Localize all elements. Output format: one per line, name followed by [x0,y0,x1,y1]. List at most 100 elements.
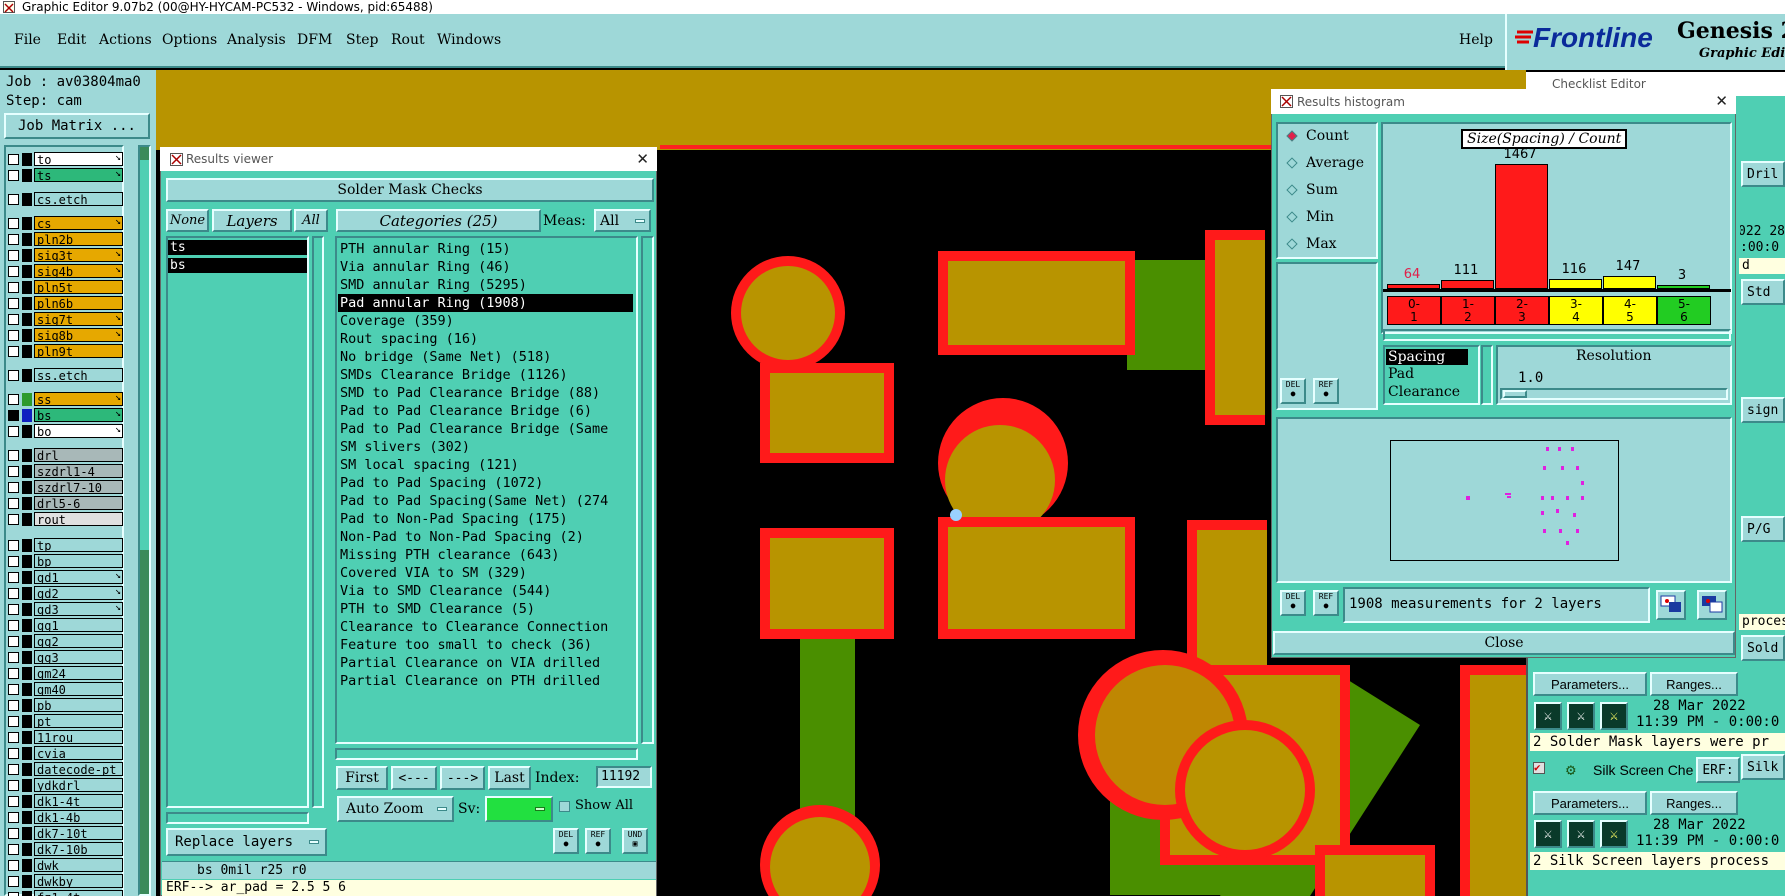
menu-windows[interactable]: Windows [437,32,501,48]
layer-row-drl5-6[interactable]: drl5-6 [8,495,123,511]
layer-affected-indicator[interactable] [22,264,32,278]
category-item[interactable]: Clearance to Clearance Connection [338,618,633,636]
layer-row-pln2b[interactable]: pln2b [8,231,123,247]
menu-analysis[interactable]: Analysis [227,32,286,48]
layer-name[interactable]: cs.etch [34,192,123,206]
del-icon[interactable]: DEL ● [1280,590,1306,616]
layer-row-dk1-4b[interactable]: dk1-4b [8,809,123,825]
layer-checkbox[interactable] [8,249,19,261]
layer-row-ts[interactable]: ts ↘ [8,167,123,183]
layer-affected-indicator[interactable] [22,248,32,262]
layer-affected-indicator[interactable] [22,328,32,342]
layer-checkbox[interactable] [8,635,19,647]
run-icon[interactable]: ⚔ [1534,820,1562,848]
layer-affected-indicator[interactable] [22,650,32,664]
layer-name[interactable]: rout [34,512,123,526]
layer-affected-indicator[interactable] [22,312,32,326]
layer-checkbox[interactable] [8,393,19,405]
layer-affected-indicator[interactable] [22,296,32,310]
layer-affected-indicator[interactable] [22,392,32,406]
layer-affected-indicator[interactable] [22,464,32,478]
layer-checkbox[interactable] [8,811,19,823]
layer-name[interactable]: pt [34,714,123,728]
layer-affected-indicator[interactable] [22,682,32,696]
category-item[interactable]: PTH annular Ring (15) [338,240,633,258]
category-item[interactable]: Partial Clearance on PTH drilled [338,672,633,690]
layer-name[interactable]: sig4b [34,264,123,278]
layer-name[interactable]: pln2b [34,232,123,246]
resolution-slider-thumb[interactable] [1503,390,1527,398]
layer-row-gd1[interactable]: gd1 ↘ [8,569,123,585]
category-item[interactable]: No bridge (Same Net) (518) [338,348,633,366]
ref-icon[interactable]: REF ● [585,828,611,854]
erf-button[interactable]: ERF: [1696,757,1740,783]
ref-icon[interactable]: REF ● [1313,590,1339,616]
layer-affected-indicator[interactable] [22,368,32,382]
layer-name[interactable]: gg3 [34,650,123,664]
layer-item-ts[interactable]: ts [168,240,307,255]
layer-checkbox[interactable] [8,843,19,855]
layer-name[interactable]: sig8b [34,328,123,342]
layer-affected-indicator[interactable] [22,602,32,616]
layer-row-to[interactable]: to ↘ [8,151,123,167]
category-item[interactable]: Pad to Pad Clearance Bridge (Same [338,420,633,438]
layer-affected-indicator[interactable] [22,512,32,526]
layer-row-sig7t[interactable]: sig7t ↘ [8,311,123,327]
mode-average[interactable]: Average [1286,155,1364,171]
layer-affected-indicator[interactable] [22,448,32,462]
layer-affected-indicator[interactable] [22,762,32,776]
histogram-bin-label[interactable]: 4- 5 [1603,296,1657,325]
category-item[interactable]: SMD to Pad Clearance Bridge (88) [338,384,633,402]
layer-name[interactable]: dk1-4t [34,794,123,808]
layer-affected-indicator[interactable] [22,192,32,206]
category-item[interactable]: Missing PTH clearance (643) [338,546,633,564]
layer-row-ss.etch[interactable]: ss.etch [8,367,123,383]
layer-checkbox[interactable] [8,329,19,341]
layer-row-szdrl1-4[interactable]: szdrl1-4 [8,463,123,479]
layer-name[interactable]: szdrl7-10 [34,480,123,494]
mode-max[interactable]: Max [1286,236,1337,252]
window-layout-icon[interactable] [1656,590,1686,620]
layer-checkbox[interactable] [8,747,19,759]
layer-name[interactable]: ss.etch [34,368,123,382]
layer-checkbox[interactable] [8,731,19,743]
silk-checkbox[interactable]: ✔ [1533,762,1545,774]
category-item[interactable]: Via to SMD Clearance (544) [338,582,633,600]
layer-checkbox[interactable] [8,313,19,325]
layer-checkbox[interactable] [8,169,19,181]
layer-affected-indicator[interactable] [22,858,32,872]
layer-row-bp[interactable]: bp [8,553,123,569]
category-item[interactable]: Covered VIA to SM (329) [338,564,633,582]
menu-rout[interactable]: Rout [391,32,425,48]
prev-button[interactable]: <--- [391,766,437,790]
layer-affected-indicator[interactable] [22,746,32,760]
category-item[interactable]: SM slivers (302) [338,438,633,456]
layer-affected-indicator[interactable] [22,730,32,744]
layer-checkbox[interactable] [8,369,19,381]
layer-name[interactable]: dwk [34,858,123,872]
layer-affected-indicator[interactable] [22,216,32,230]
sv-color-dropdown[interactable] [485,796,553,822]
layer-name[interactable]: gd2 [34,586,123,600]
checklist-side-silk[interactable]: Silk [1741,754,1785,780]
layer-row-cs[interactable]: cs ↘ [8,215,123,231]
layer-checkbox[interactable] [8,603,19,615]
del-icon[interactable]: DEL ● [1280,378,1306,404]
layer-name[interactable]: drl [34,448,123,462]
layer-name[interactable]: dk7-10b [34,842,123,856]
layer-name[interactable]: dwkby [34,874,123,888]
menu-actions[interactable]: Actions [99,32,152,48]
layer-checkbox[interactable] [8,779,19,791]
layer-row-gg3[interactable]: gg3 [8,649,123,665]
layer-row-datecode-pt[interactable]: datecode-pt [8,761,123,777]
layer-checkbox[interactable] [8,497,19,509]
layer-name[interactable]: gg1 [34,618,123,632]
layer-name[interactable]: pln6b [34,296,123,310]
layer-affected-indicator[interactable] [22,570,32,584]
histogram-bar[interactable] [1549,279,1602,289]
layer-affected-indicator[interactable] [22,496,32,510]
layer-name[interactable]: sig3t [34,248,123,262]
layer-affected-indicator[interactable] [22,890,32,896]
categories-hscroll[interactable] [335,748,638,760]
layer-row-dwk[interactable]: dwk [8,857,123,873]
